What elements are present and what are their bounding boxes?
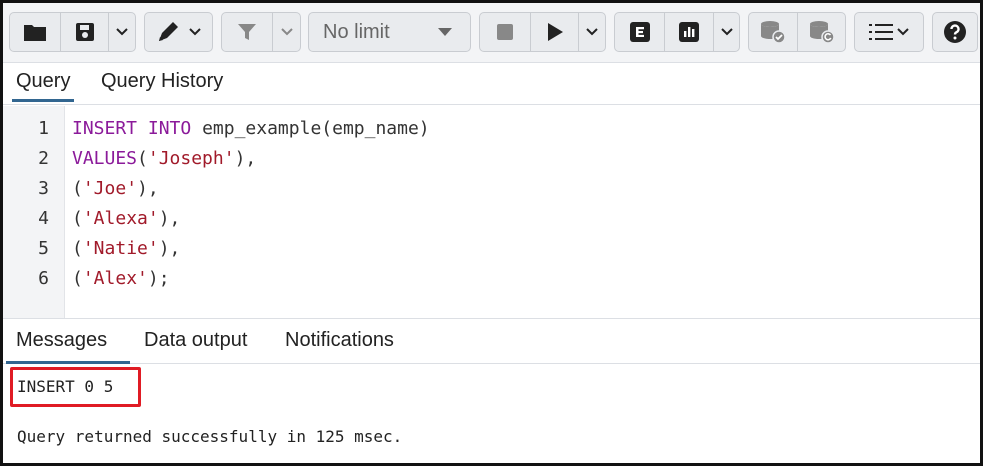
status-message: Query returned successfully in 125 msec. — [17, 427, 403, 446]
commit-icon — [761, 21, 786, 44]
line-number: 6 — [38, 268, 49, 289]
tab-data-output[interactable]: Data output — [144, 329, 247, 352]
chevron-down-icon — [188, 28, 201, 36]
code-text: ( — [137, 148, 148, 169]
chevron-down-icon — [280, 28, 293, 36]
tab-query[interactable]: Query — [11, 70, 75, 102]
code-text: ), — [234, 148, 257, 169]
help-button[interactable] — [932, 12, 978, 52]
code-line: ('Joe'), — [72, 178, 159, 199]
explain-analyze-icon — [679, 22, 699, 42]
code-line: ('Alexa'), — [72, 208, 180, 229]
edit-button[interactable] — [144, 12, 213, 52]
line-number: 2 — [38, 148, 49, 169]
file-button-group — [9, 12, 136, 52]
line-number-gutter: 1 2 3 4 5 6 — [3, 106, 65, 318]
explain-icon — [629, 22, 650, 42]
folder-icon — [24, 25, 46, 41]
chevron-down-icon — [586, 28, 598, 36]
results-tabs: Messages Data output Notifications — [3, 318, 980, 364]
code-text: ( — [72, 268, 83, 289]
sql-string: 'Alexa' — [82, 208, 159, 229]
rollback-button[interactable] — [797, 13, 845, 51]
sql-keyword: INSERT — [72, 118, 138, 139]
edit-icon — [158, 22, 178, 41]
code-text: ), — [158, 238, 181, 259]
explain-button-group — [614, 12, 740, 52]
execute-dropdown-button[interactable] — [578, 13, 605, 51]
active-tab-indicator — [6, 361, 130, 364]
chevron-down-icon — [720, 28, 733, 36]
code-text: ( — [72, 178, 83, 199]
line-number: 3 — [38, 178, 49, 199]
tab-notifications[interactable]: Notifications — [285, 329, 394, 352]
transaction-button-group — [748, 12, 846, 52]
chevron-down-icon — [116, 28, 128, 36]
commit-button[interactable] — [749, 13, 797, 51]
filter-button-group — [221, 12, 301, 52]
explain-button[interactable] — [615, 13, 664, 51]
play-icon — [547, 23, 563, 41]
code-text: ( — [72, 208, 83, 229]
code-line: ('Natie'), — [72, 238, 180, 259]
chevron-down-icon — [897, 28, 909, 36]
line-number: 5 — [38, 238, 49, 259]
sql-string: 'Natie' — [82, 238, 159, 259]
code-line: INSERT INTO emp_example(emp_name) — [72, 118, 430, 139]
execute-button-group — [479, 12, 606, 52]
query-tool-window: No limit Query Query History 1 2 3 4 5 6… — [0, 0, 983, 466]
tab-messages[interactable]: Messages — [16, 329, 107, 352]
query-tabs: Query Query History — [3, 63, 980, 105]
help-icon — [944, 21, 966, 43]
execute-button[interactable] — [530, 13, 578, 51]
row-limit-value: No limit — [323, 20, 390, 43]
filter-icon — [238, 24, 256, 40]
code-text: ), — [158, 208, 181, 229]
stop-button[interactable] — [480, 13, 530, 51]
code-text: ), — [137, 178, 159, 199]
code-text: ( — [72, 238, 83, 259]
toolbar: No limit — [3, 3, 980, 63]
macros-icon — [869, 24, 893, 40]
highlight-annotation-box — [10, 367, 141, 407]
stop-icon — [497, 24, 513, 40]
filter-button[interactable] — [222, 13, 272, 51]
code-line: VALUES('Joseph'), — [72, 148, 256, 169]
line-number: 1 — [38, 118, 49, 139]
macros-button[interactable] — [854, 12, 924, 52]
save-dropdown-button[interactable] — [108, 13, 135, 51]
filter-dropdown-button[interactable] — [272, 13, 300, 51]
sql-string: 'Joe' — [82, 178, 138, 199]
save-button[interactable] — [60, 13, 108, 51]
sql-editor[interactable]: 1 2 3 4 5 6 INSERT INTO emp_example(emp_… — [3, 106, 980, 318]
sql-string: 'Alex' — [82, 268, 148, 289]
caret-down-icon — [438, 28, 452, 36]
tab-query-history[interactable]: Query History — [101, 70, 223, 93]
code-text: ); — [147, 268, 170, 289]
explain-analyze-button[interactable] — [664, 13, 713, 51]
rollback-icon — [809, 21, 835, 44]
sql-keyword: INTO — [147, 118, 192, 139]
explain-dropdown-button[interactable] — [713, 13, 739, 51]
sql-string: 'Joseph' — [147, 148, 235, 169]
open-file-button[interactable] — [10, 13, 60, 51]
code-line: ('Alex'); — [72, 268, 170, 289]
sql-keyword: VALUES — [72, 148, 138, 169]
row-limit-select[interactable]: No limit — [308, 12, 471, 52]
code-text: emp_example(emp_name) — [191, 118, 430, 139]
line-number: 4 — [38, 208, 49, 229]
save-icon — [75, 23, 94, 41]
